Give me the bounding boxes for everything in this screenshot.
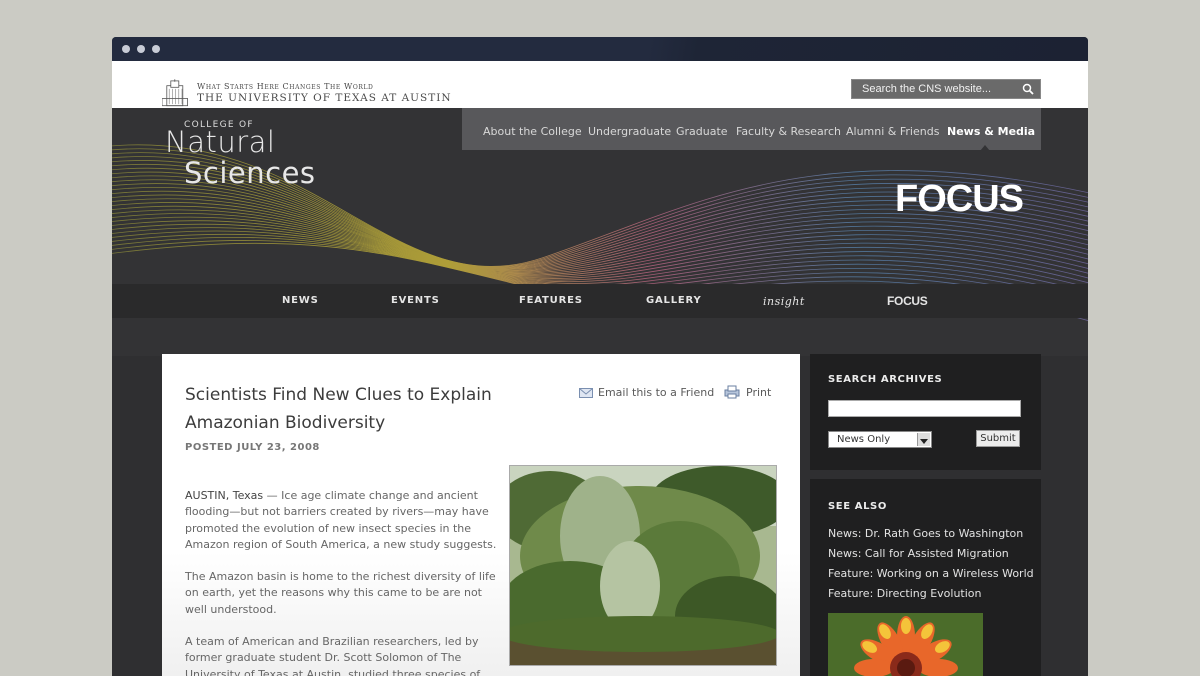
article-paragraph: A team of American and Brazilian researc… [185,635,481,676]
focus-logo: FOCUS [895,178,1024,220]
ut-tagline: What Starts Here Changes The World [197,82,374,91]
secnav-features[interactable]: FEATURES [519,295,583,306]
article-body: AUSTIN, Texas — Ice age climate change a… [185,488,497,676]
section-navigation: NEWS EVENTS FEATURES GALLERY insight FOC… [112,284,1088,318]
secnav-gallery[interactable]: GALLERY [646,295,702,306]
email-friend-link[interactable]: Email this to a Friend [598,386,714,399]
active-nav-pointer-icon [980,145,990,151]
site-header: About the College Undergraduate Graduate… [112,108,1088,356]
flower-image [828,613,983,676]
email-icon[interactable] [579,388,593,398]
decorative-wave-line [112,220,1088,288]
search-archives-panel: SEARCH ARCHIVES News Only Submit [810,354,1041,470]
article-paragraph: AUSTIN, Texas — Ice age climate change a… [185,488,497,553]
archive-submit-button[interactable]: Submit [976,430,1020,447]
see-also-heading: SEE ALSO [828,501,887,512]
nav-faculty-research[interactable]: Faculty & Research [736,125,841,138]
archive-type-select[interactable]: News Only [828,431,932,448]
article-panel: Scientists Find New Clues to Explain Ama… [162,354,800,676]
search-icon[interactable] [1022,83,1034,95]
see-also-link[interactable]: News: Call for Assisted Migration [828,547,1009,560]
see-also-link[interactable]: Feature: Working on a Wireless World [828,567,1034,580]
nav-undergraduate[interactable]: Undergraduate [588,125,671,138]
top-navigation: About the College Undergraduate Graduate… [462,108,1041,151]
nav-alumni-friends[interactable]: Alumni & Friends [846,125,939,138]
see-also-panel: SEE ALSO News: Dr. Rath Goes to Washingt… [810,479,1041,676]
print-link[interactable]: Print [746,386,771,399]
article-posted-date: POSTED JULY 23, 2008 [185,442,320,453]
article-dateline: AUSTIN, Texas [185,489,264,502]
browser-window: What Starts Here Changes The World THE U… [112,37,1088,676]
nav-news-media[interactable]: News & Media [947,125,1035,138]
print-icon[interactable] [724,385,740,399]
nav-about-the-college[interactable]: About the College [483,125,582,138]
nav-graduate[interactable]: Graduate [676,125,728,138]
archive-select-value: News Only [837,434,891,445]
university-bar: What Starts Here Changes The World THE U… [112,61,1088,108]
search-archives-heading: SEARCH ARCHIVES [828,374,943,385]
chevron-down-icon[interactable] [917,433,930,446]
secnav-focus[interactable]: FOCUS [887,294,928,308]
window-dot-icon[interactable] [122,45,130,53]
search-placeholder: Search the CNS website... [862,83,992,95]
see-also-link[interactable]: Feature: Directing Evolution [828,587,982,600]
see-also-link[interactable]: News: Dr. Rath Goes to Washington [828,527,1023,540]
college-name-natural[interactable]: Natural [165,125,275,159]
window-titlebar [112,37,1088,61]
window-dot-icon[interactable] [137,45,145,53]
secnav-events[interactable]: EVENTS [391,295,440,306]
secnav-news[interactable]: NEWS [282,295,319,306]
secnav-insight[interactable]: insight [763,295,805,308]
college-name-sciences[interactable]: Sciences [184,156,316,190]
ut-tower-icon[interactable] [162,76,194,109]
article-title: Scientists Find New Clues to Explain Ama… [185,385,492,433]
article-paragraph: The Amazon basin is home to the richest … [185,570,496,616]
vegetation-image [510,466,776,665]
archive-search-input[interactable] [828,400,1021,417]
article-photo [509,465,777,666]
window-dot-icon[interactable] [152,45,160,53]
site-search-input[interactable]: Search the CNS website... [851,79,1041,99]
ut-name-link[interactable]: THE UNIVERSITY OF TEXAS AT AUSTIN [197,92,452,104]
feature-thumbnail[interactable] [828,613,983,676]
